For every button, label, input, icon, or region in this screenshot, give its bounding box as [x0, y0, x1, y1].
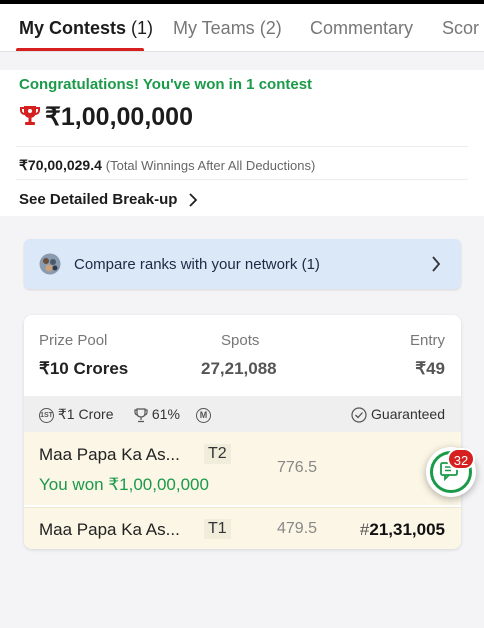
entry-label: Entry: [409, 332, 445, 349]
team-points: 776.5: [277, 459, 318, 476]
guaranteed-label: Guaranteed: [371, 406, 445, 422]
see-breakup-link[interactable]: See Detailed Break-up: [19, 191, 198, 208]
compare-ranks-text: Compare ranks with your network (1): [74, 256, 320, 273]
total-prize-amount: ₹1,00,00,000: [45, 103, 193, 131]
net-winnings-note: (Total Winnings After All Deductions): [105, 158, 316, 173]
win-percent: 61%: [134, 406, 180, 423]
first-prize: 1ST ₹1 Crore: [39, 406, 113, 423]
guaranteed: Guaranteed: [351, 406, 445, 423]
win-percent-value: 61%: [151, 406, 180, 422]
congrats-message: Congratulations! You've won in 1 contest: [19, 76, 313, 93]
check-circle-icon: [351, 407, 367, 423]
contest-meta-bar: 1ST ₹1 Crore 61% M Guaranteed: [24, 396, 461, 432]
trophy-outline-icon: [134, 408, 148, 422]
contest-card[interactable]: Prize Pool ₹10 Crores Spots 27,21,088 En…: [24, 315, 461, 549]
prize-pool-value: ₹10 Crores: [39, 359, 129, 378]
team-row[interactable]: Maa Papa Ka As... T2 776.5 You won ₹1,00…: [24, 432, 461, 505]
tab-my-contests[interactable]: My Contests (1): [19, 18, 153, 39]
spots-value: 27,21,088: [201, 359, 277, 378]
compare-ranks-banner[interactable]: Compare ranks with your network (1): [24, 239, 461, 289]
spots-label: Spots: [221, 332, 260, 349]
team-row[interactable]: Maa Papa Ka As... T1 479.5 #21,31,005: [24, 507, 461, 549]
multi-entry-icon: M: [196, 407, 211, 423]
winnings-text: You won ₹1,00,00,000: [39, 475, 209, 494]
tab-my-teams[interactable]: My Teams (2): [173, 18, 282, 39]
rank-value: 21,31,005: [369, 520, 445, 539]
first-prize-icon: 1ST: [39, 407, 54, 423]
prize-pool-label: Prize Pool: [39, 332, 108, 349]
tab-label: Commentary: [310, 18, 414, 38]
entry-value: ₹49: [415, 359, 445, 378]
divider: [16, 179, 468, 180]
active-tab-indicator: [16, 48, 144, 51]
first-prize-value: ₹1 Crore: [57, 406, 114, 422]
team-points: 479.5: [277, 520, 318, 537]
tab-label: My Teams: [173, 18, 255, 38]
tab-commentary[interactable]: Commentary: [310, 18, 413, 39]
team-name: Maa Papa Ka As...: [39, 520, 180, 539]
team-tag: T2: [204, 444, 231, 464]
multi-entry: M: [196, 406, 211, 423]
net-winnings: ₹70,00,029.4 (Total Winnings After All D…: [19, 157, 315, 174]
tab-scorecard[interactable]: Scor: [442, 18, 479, 39]
tab-label: My Contests: [19, 18, 127, 38]
team-tag: T1: [204, 519, 231, 539]
team-name: Maa Papa Ka As...: [39, 445, 180, 464]
tab-label: Scor: [442, 18, 480, 38]
divider: [16, 146, 468, 147]
chat-unread-badge: 32: [447, 448, 475, 470]
trophy-icon: [20, 106, 40, 125]
team-rank: #21,31,005: [360, 520, 445, 540]
winnings-summary: Congratulations! You've won in 1 contest…: [0, 70, 484, 216]
rank-prefix: #: [359, 520, 370, 539]
tab-count: (2): [259, 18, 282, 38]
chevron-right-icon: [188, 193, 197, 207]
breakup-label: See Detailed Break-up: [19, 191, 178, 208]
net-winnings-amount: ₹70,00,029.4: [19, 157, 102, 173]
tab-count: (1): [131, 18, 154, 38]
tab-bar: My Contests (1) My Teams (2) Commentary …: [0, 4, 484, 52]
chevron-right-icon: [432, 256, 441, 272]
network-avatars-icon: [39, 253, 61, 275]
